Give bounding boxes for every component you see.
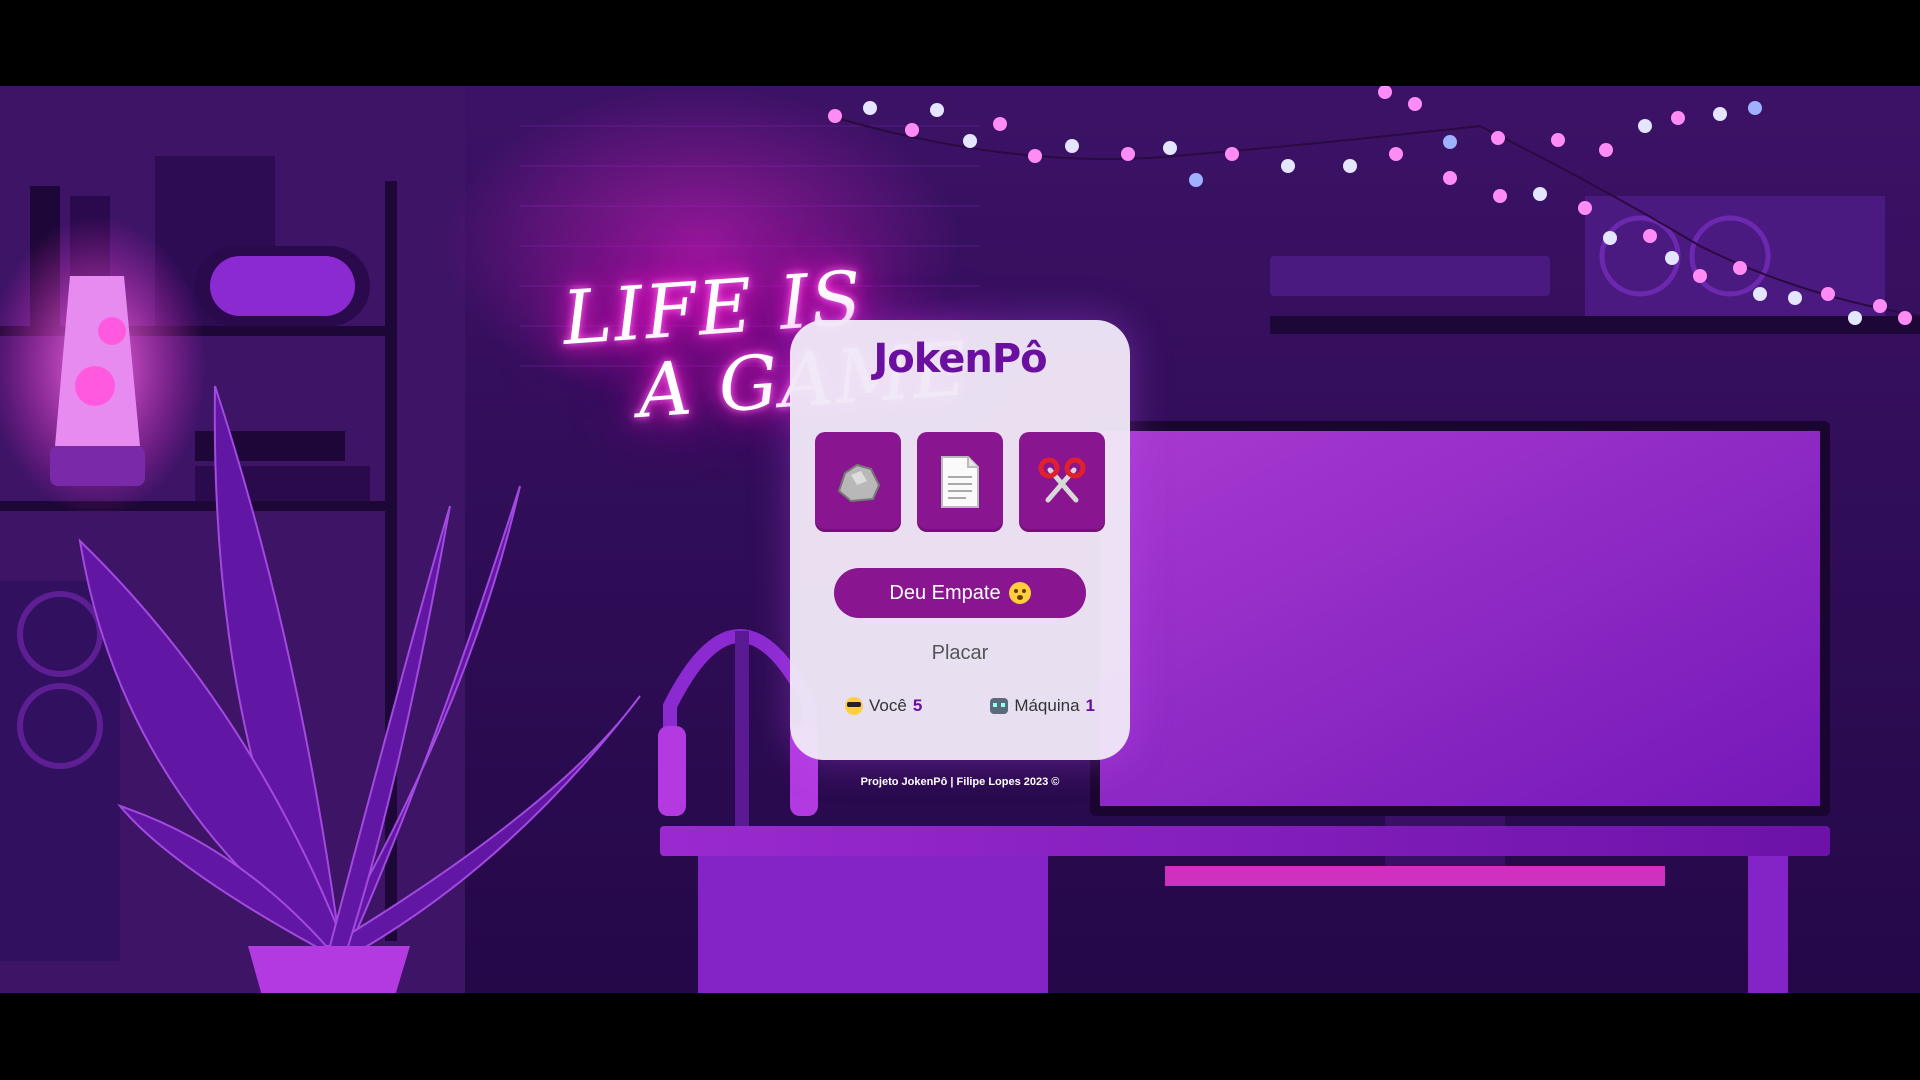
robot-icon	[990, 698, 1009, 714]
result-button[interactable]: Deu Empate	[834, 568, 1086, 618]
player-score-value: 5	[912, 696, 923, 715]
letterbox-top	[0, 0, 1920, 86]
footer-credit: Projeto JokenPô | Filipe Lopes 2023 ©	[860, 776, 1060, 788]
rock-button[interactable]	[815, 432, 901, 532]
result-label: Deu Empate	[889, 581, 1001, 604]
scoreboard: Você 5 Máquina 1	[845, 696, 1095, 716]
paper-button[interactable]	[917, 432, 1003, 532]
scissors-icon	[1038, 457, 1086, 503]
paper-icon	[941, 456, 979, 508]
astonished-face-icon	[1008, 582, 1031, 604]
machine-score-value: 1	[1085, 696, 1095, 715]
scoreboard-label: Placar	[931, 642, 989, 664]
rock-icon	[837, 463, 881, 503]
letterbox-bottom	[0, 993, 1920, 1080]
game-card: JokenPô Deu Empate Placar Você 5 Máquina…	[790, 320, 1130, 760]
player-label: Você	[869, 696, 907, 715]
cool-face-icon	[845, 697, 863, 715]
scissors-button[interactable]	[1019, 432, 1105, 532]
choice-row	[815, 432, 1105, 532]
machine-score: Máquina 1	[990, 696, 1095, 716]
player-score: Você 5	[845, 696, 922, 716]
machine-label: Máquina	[1014, 696, 1080, 715]
game-title: JokenPô	[873, 336, 1047, 382]
